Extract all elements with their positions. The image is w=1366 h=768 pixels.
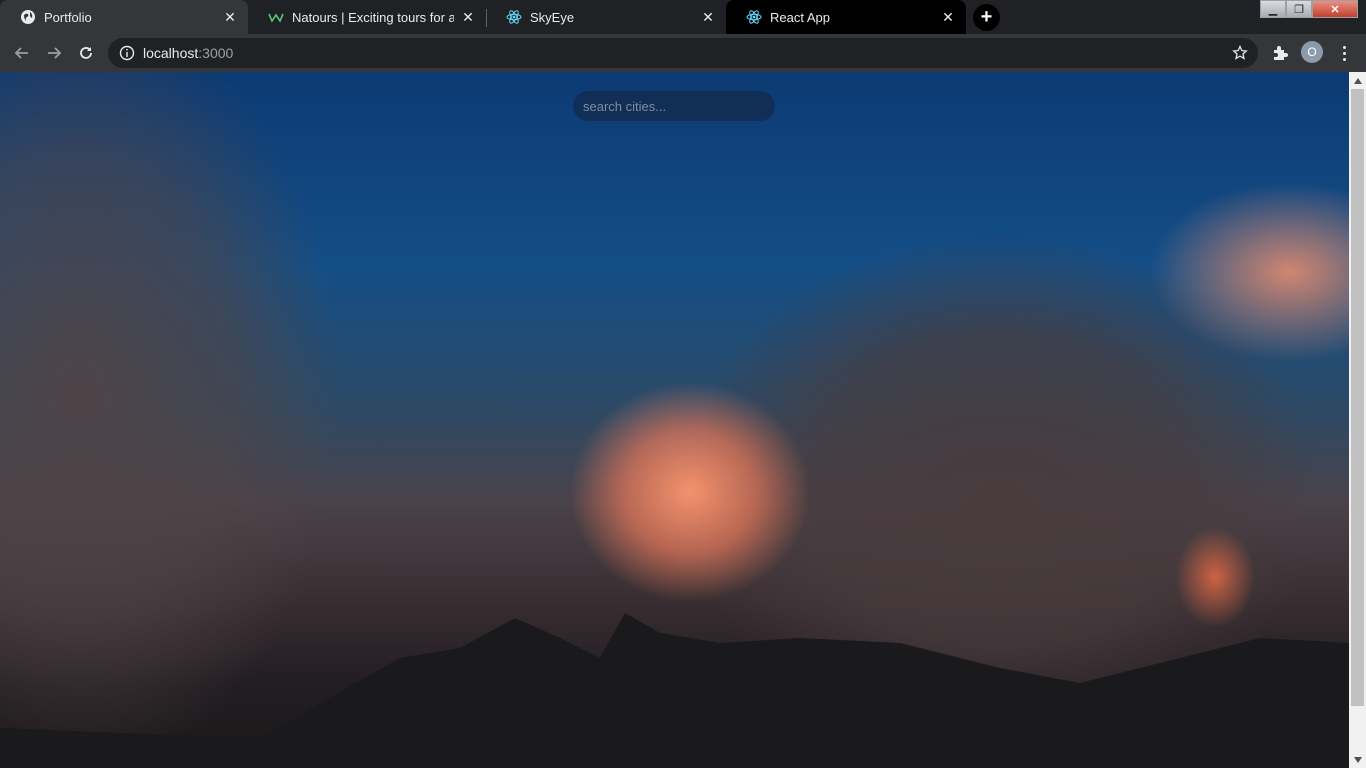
scrollbar-thumb[interactable] xyxy=(1351,89,1364,706)
url-text: localhost:3000 xyxy=(143,45,233,61)
vertical-scrollbar[interactable] xyxy=(1349,72,1366,768)
bookmark-star-icon[interactable] xyxy=(1232,45,1248,61)
tab-react-app[interactable]: React App ✕ xyxy=(726,0,966,34)
mountain-silhouette xyxy=(0,613,1349,768)
close-icon[interactable]: ✕ xyxy=(700,9,716,25)
window-controls: ▁ ❐ ✕ xyxy=(1260,0,1358,18)
close-icon[interactable]: ✕ xyxy=(460,9,476,25)
tab-title: Portfolio xyxy=(44,9,92,25)
close-icon[interactable]: ✕ xyxy=(940,9,956,25)
kebab-menu-icon[interactable] xyxy=(1334,41,1354,65)
minimize-button[interactable]: ▁ xyxy=(1260,0,1286,18)
globe-icon xyxy=(20,9,36,25)
new-tab-button[interactable]: + xyxy=(973,4,1000,31)
tab-title: SkyEye xyxy=(530,9,575,25)
tab-natours[interactable]: Natours | Exciting tours for adventurous… xyxy=(248,0,486,34)
forward-arrow-icon xyxy=(48,47,62,59)
url-port: :3000 xyxy=(198,45,234,61)
address-bar[interactable]: localhost:3000 xyxy=(108,38,1258,68)
scroll-down-arrow-icon[interactable] xyxy=(1349,751,1366,768)
tab-portfolio[interactable]: Portfolio ✕ xyxy=(0,0,248,34)
tab-strip: Portfolio ✕ Natours | Exciting tours for… xyxy=(0,0,1366,34)
search-input[interactable] xyxy=(573,91,775,121)
tab-skyeye[interactable]: SkyEye ✕ xyxy=(486,0,726,34)
tab-title: React App xyxy=(770,9,830,25)
tab-title: Natours | Exciting tours for adventurous… xyxy=(292,9,454,25)
back-button[interactable] xyxy=(9,40,35,66)
reload-icon xyxy=(80,47,92,59)
close-icon[interactable]: ✕ xyxy=(222,9,238,25)
forward-button[interactable] xyxy=(41,40,67,66)
back-arrow-icon xyxy=(14,47,28,59)
scroll-up-arrow-icon[interactable] xyxy=(1349,72,1366,89)
restore-button[interactable]: ❐ xyxy=(1286,0,1312,18)
browser-toolbar: localhost:3000 O xyxy=(0,34,1366,72)
info-icon[interactable] xyxy=(119,45,135,61)
profile-avatar[interactable]: O xyxy=(1301,41,1323,63)
react-icon xyxy=(506,9,522,25)
reload-button[interactable] xyxy=(73,40,99,66)
extensions-puzzle-icon[interactable] xyxy=(1269,42,1291,64)
natours-logo-icon xyxy=(268,9,284,25)
window-close-button[interactable]: ✕ xyxy=(1312,0,1358,18)
browser-chrome: Portfolio ✕ Natours | Exciting tours for… xyxy=(0,0,1366,72)
page-background xyxy=(0,72,1349,768)
react-icon xyxy=(746,9,762,25)
url-host: localhost xyxy=(143,45,199,61)
